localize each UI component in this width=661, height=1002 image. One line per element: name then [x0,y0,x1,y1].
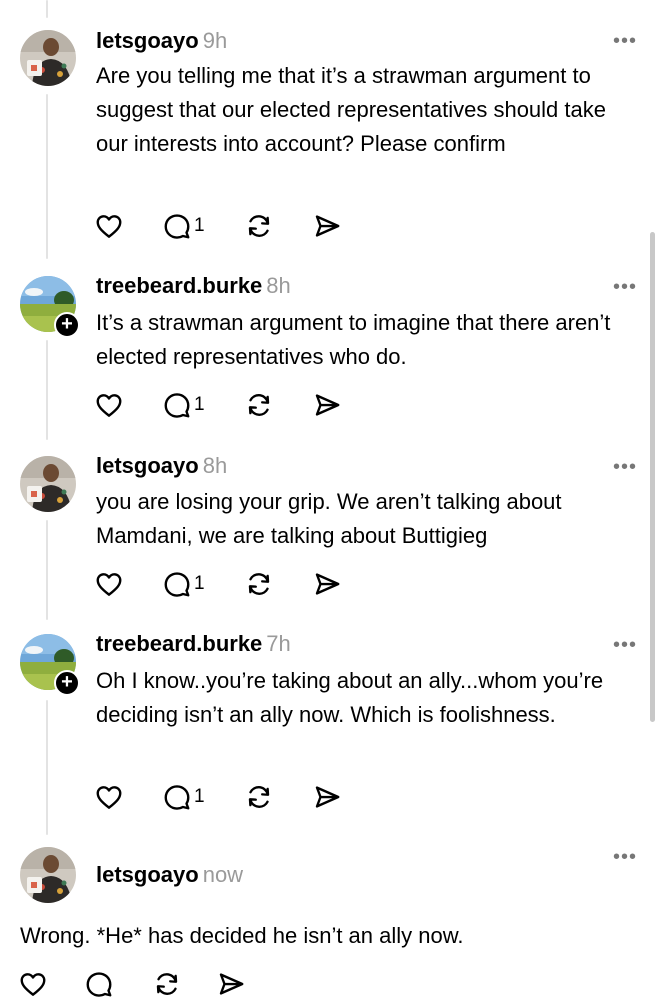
share-button[interactable] [312,387,342,423]
share-button[interactable] [216,966,246,1002]
heart-icon [96,786,122,809]
send-arrow-icon [315,786,340,808]
thread-line [46,94,48,259]
heart-icon [20,973,46,996]
reply-button[interactable]: 1 [162,208,205,244]
post-header: letsgoayo now [96,862,243,888]
thread-view: { "icons": { "like": "heart-icon", "repl… [0,0,661,1000]
reply-button[interactable]: 1 [162,387,205,423]
send-arrow-icon [315,573,340,595]
thread-line [46,520,48,620]
avatar[interactable] [20,30,76,86]
send-arrow-icon [219,973,244,995]
post-header: treebeard.burke 8h [96,273,291,299]
reply-count: 1 [194,215,205,236]
repost-button[interactable] [152,966,182,1002]
post-header: letsgoayo 8h [96,453,227,479]
timestamp: 7h [266,631,291,656]
speech-bubble-icon [164,214,190,239]
repost-button[interactable] [244,387,274,423]
username[interactable]: letsgoayo [96,453,199,478]
plus-icon[interactable]: + [54,670,80,696]
username[interactable]: treebeard.burke [96,273,262,298]
like-button[interactable] [18,966,48,1002]
timestamp: now [202,862,244,887]
post-text: you are losing your grip. We aren’t talk… [96,489,562,548]
speech-bubble-icon [164,572,190,597]
repost-button[interactable] [244,566,274,602]
more-dots-icon[interactable]: ••• [613,847,637,867]
reply-count: 1 [194,394,205,415]
heart-icon [96,394,122,417]
like-button[interactable] [94,387,124,423]
repost-arrows-icon [248,786,270,808]
post-header: letsgoayo 9h [96,28,227,54]
timestamp: 8h [202,453,228,478]
send-arrow-icon [315,215,340,237]
more-dots-icon[interactable]: ••• [613,635,637,655]
share-button[interactable] [312,779,342,815]
post-header: treebeard.burke 7h [96,631,291,657]
username[interactable]: treebeard.burke [96,631,262,656]
post-text: Wrong. *He* has decided he isn’t an ally… [20,923,464,948]
scrollbar[interactable] [650,232,655,722]
repost-arrows-icon [248,215,270,237]
heart-icon [96,573,122,596]
post-actions [18,966,278,1002]
post-text: Are you telling me that it’s a strawman … [96,63,606,156]
like-button[interactable] [94,208,124,244]
like-button[interactable] [94,779,124,815]
speech-bubble-icon [164,393,190,418]
avatar[interactable] [20,456,76,512]
post-actions: 1 [94,566,354,602]
post-actions: 1 [94,387,354,423]
like-button[interactable] [94,566,124,602]
reply-count: 1 [194,573,205,594]
reply-button[interactable]: 1 [162,779,205,815]
speech-bubble-icon [86,972,112,997]
thread-line [46,340,48,440]
reply-button[interactable]: 1 [162,566,205,602]
plus-icon[interactable]: + [54,312,80,338]
post-actions: 1 [94,779,354,815]
post-text: Oh I know..you’re taking about an ally..… [96,668,604,727]
more-dots-icon[interactable]: ••• [613,277,637,297]
reply-button[interactable] [84,966,116,1002]
more-dots-icon[interactable]: ••• [613,457,637,477]
post-text: It’s a strawman argument to imagine that… [96,310,611,369]
post-actions: 1 [94,208,354,244]
username[interactable]: letsgoayo [96,862,199,887]
avatar[interactable] [20,847,76,903]
repost-arrows-icon [156,973,178,995]
reply-count: 1 [194,786,205,807]
timestamp: 9h [202,28,228,53]
repost-arrows-icon [248,394,270,416]
share-button[interactable] [312,566,342,602]
repost-button[interactable] [244,208,274,244]
repost-arrows-icon [248,573,270,595]
repost-button[interactable] [244,779,274,815]
timestamp: 8h [266,273,291,298]
heart-icon [96,215,122,238]
username[interactable]: letsgoayo [96,28,199,53]
send-arrow-icon [315,394,340,416]
thread-line [46,0,48,18]
share-button[interactable] [312,208,342,244]
speech-bubble-icon [164,785,190,810]
thread-line [46,700,48,835]
more-dots-icon[interactable]: ••• [613,31,637,51]
